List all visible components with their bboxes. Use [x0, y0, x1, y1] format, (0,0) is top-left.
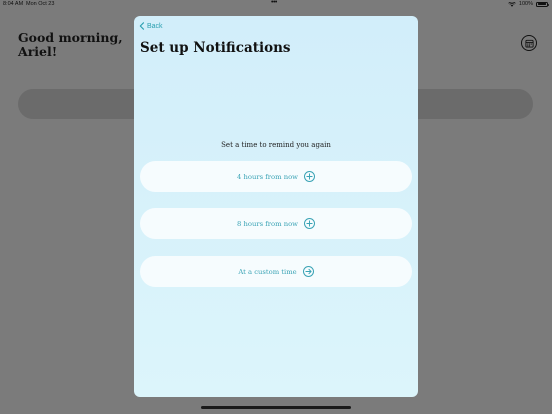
- calendar-icon: [524, 39, 534, 48]
- option-4-hours-button[interactable]: 4 hours from now: [140, 161, 412, 192]
- option-label: 4 hours from now: [237, 172, 298, 181]
- multitasking-dots[interactable]: •••: [271, 0, 277, 6]
- arrow-right-circle-icon: [302, 266, 314, 277]
- reminder-prompt: Set a time to remind you again: [221, 141, 331, 149]
- home-indicator[interactable]: [201, 406, 351, 409]
- plus-circle-icon: [303, 171, 315, 182]
- option-label: At a custom time: [238, 267, 297, 276]
- chevron-left-icon: [139, 22, 145, 30]
- option-custom-time-button[interactable]: At a custom time: [140, 256, 412, 287]
- calendar-button[interactable]: [521, 35, 537, 51]
- notifications-sheet: Back Set up Notifications Set a time to …: [134, 16, 418, 397]
- back-button[interactable]: Back: [139, 22, 163, 30]
- status-indicators: 100%: [508, 1, 549, 7]
- greeting-heading: Good morning, Ariel!: [18, 30, 123, 59]
- wifi-icon: [508, 1, 516, 7]
- status-bar: 8:04 AM Mon Oct 23 ••• 100%: [0, 0, 552, 10]
- option-label: 8 hours from now: [237, 219, 298, 228]
- status-date: Mon Oct 23: [26, 1, 55, 7]
- page-title: Set up Notifications: [140, 40, 291, 56]
- option-8-hours-button[interactable]: 8 hours from now: [140, 208, 412, 239]
- status-time: 8:04 AM: [3, 1, 24, 7]
- battery-percent: 100%: [518, 1, 533, 7]
- plus-circle-icon: [303, 218, 315, 229]
- battery-icon: [536, 1, 549, 7]
- back-label: Back: [147, 22, 163, 30]
